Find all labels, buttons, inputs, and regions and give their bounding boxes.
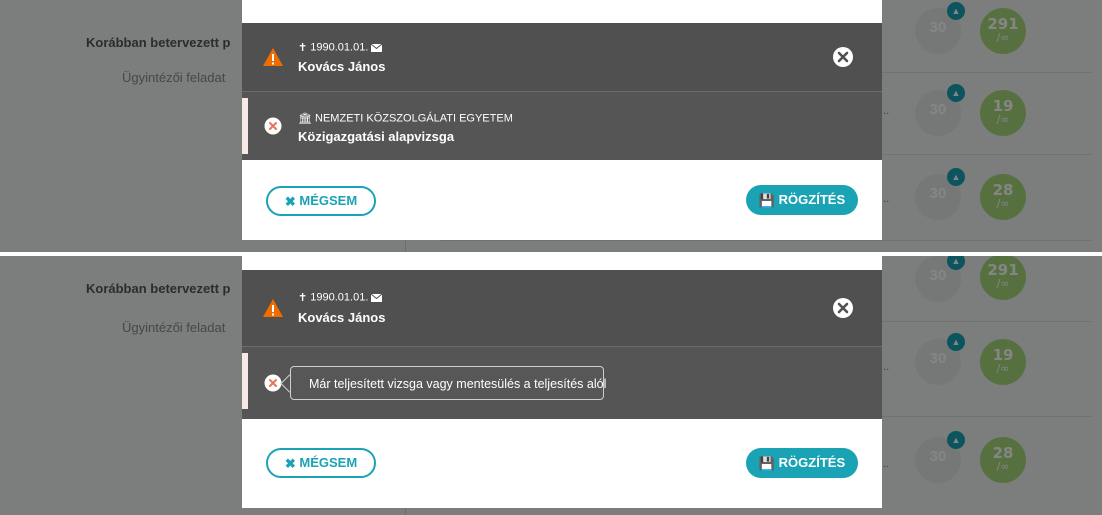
save-button[interactable]: 💾 RÖGZÍTÉS: [746, 185, 858, 215]
birth-date: ✝ 1990.01.01.: [298, 41, 383, 54]
close-circle-icon[interactable]: [832, 46, 854, 68]
save-icon: 💾: [758, 455, 776, 471]
warning-icon: [263, 48, 283, 66]
envelope-icon[interactable]: [371, 43, 383, 52]
exam-item: 🏛 NEMZETI KÖZSZOLGÁLATI EGYETEM Közigazg…: [242, 91, 882, 160]
cancel-button[interactable]: ✖ MÉGSEM: [266, 448, 376, 478]
cancel-icon: ✖: [284, 455, 296, 471]
student-header: ✝ 1990.01.01. Kovács János: [242, 270, 882, 346]
close-circle-icon[interactable]: [832, 297, 854, 319]
warning-icon: [263, 299, 283, 317]
modal-dialog: ✝ 1990.01.01. Kovács János 🏛 NEMZETI KÖZ…: [242, 0, 882, 240]
background-page-top: Korábban betervezett p Ügyintézői felada…: [0, 0, 1102, 252]
envelope-icon[interactable]: [371, 293, 383, 302]
item-indicator: [242, 98, 248, 154]
save-button[interactable]: 💾 RÖGZÍTÉS: [746, 448, 858, 478]
cancel-icon: ✖: [284, 193, 296, 209]
institution-name: 🏛 NEMZETI KÖZSZOLGÁLATI EGYETEM: [298, 112, 513, 125]
deceased-cross-icon: ✝: [298, 292, 308, 304]
cross-icon[interactable]: [264, 117, 282, 135]
save-icon: 💾: [758, 192, 776, 208]
cancel-button[interactable]: ✖ MÉGSEM: [266, 186, 376, 216]
student-header: ✝ 1990.01.01. Kovács János: [242, 23, 882, 91]
modal-dialog: ✝ 1990.01.01. Kovács János Már teljesíte…: [242, 254, 882, 508]
exam-item: Már teljesített vizsga vagy mentesülés a…: [242, 346, 882, 419]
item-indicator: [242, 353, 248, 409]
deceased-cross-icon: ✝: [298, 42, 308, 54]
birth-date: ✝ 1990.01.01.: [298, 291, 383, 304]
institution-icon: 🏛: [298, 113, 312, 125]
exam-name: Közigazgatási alapvizsga: [298, 129, 455, 144]
tooltip: Már teljesített vizsga vagy mentesülés a…: [290, 366, 606, 400]
student-name: Kovács János: [298, 59, 386, 74]
student-name: Kovács János: [298, 310, 386, 325]
